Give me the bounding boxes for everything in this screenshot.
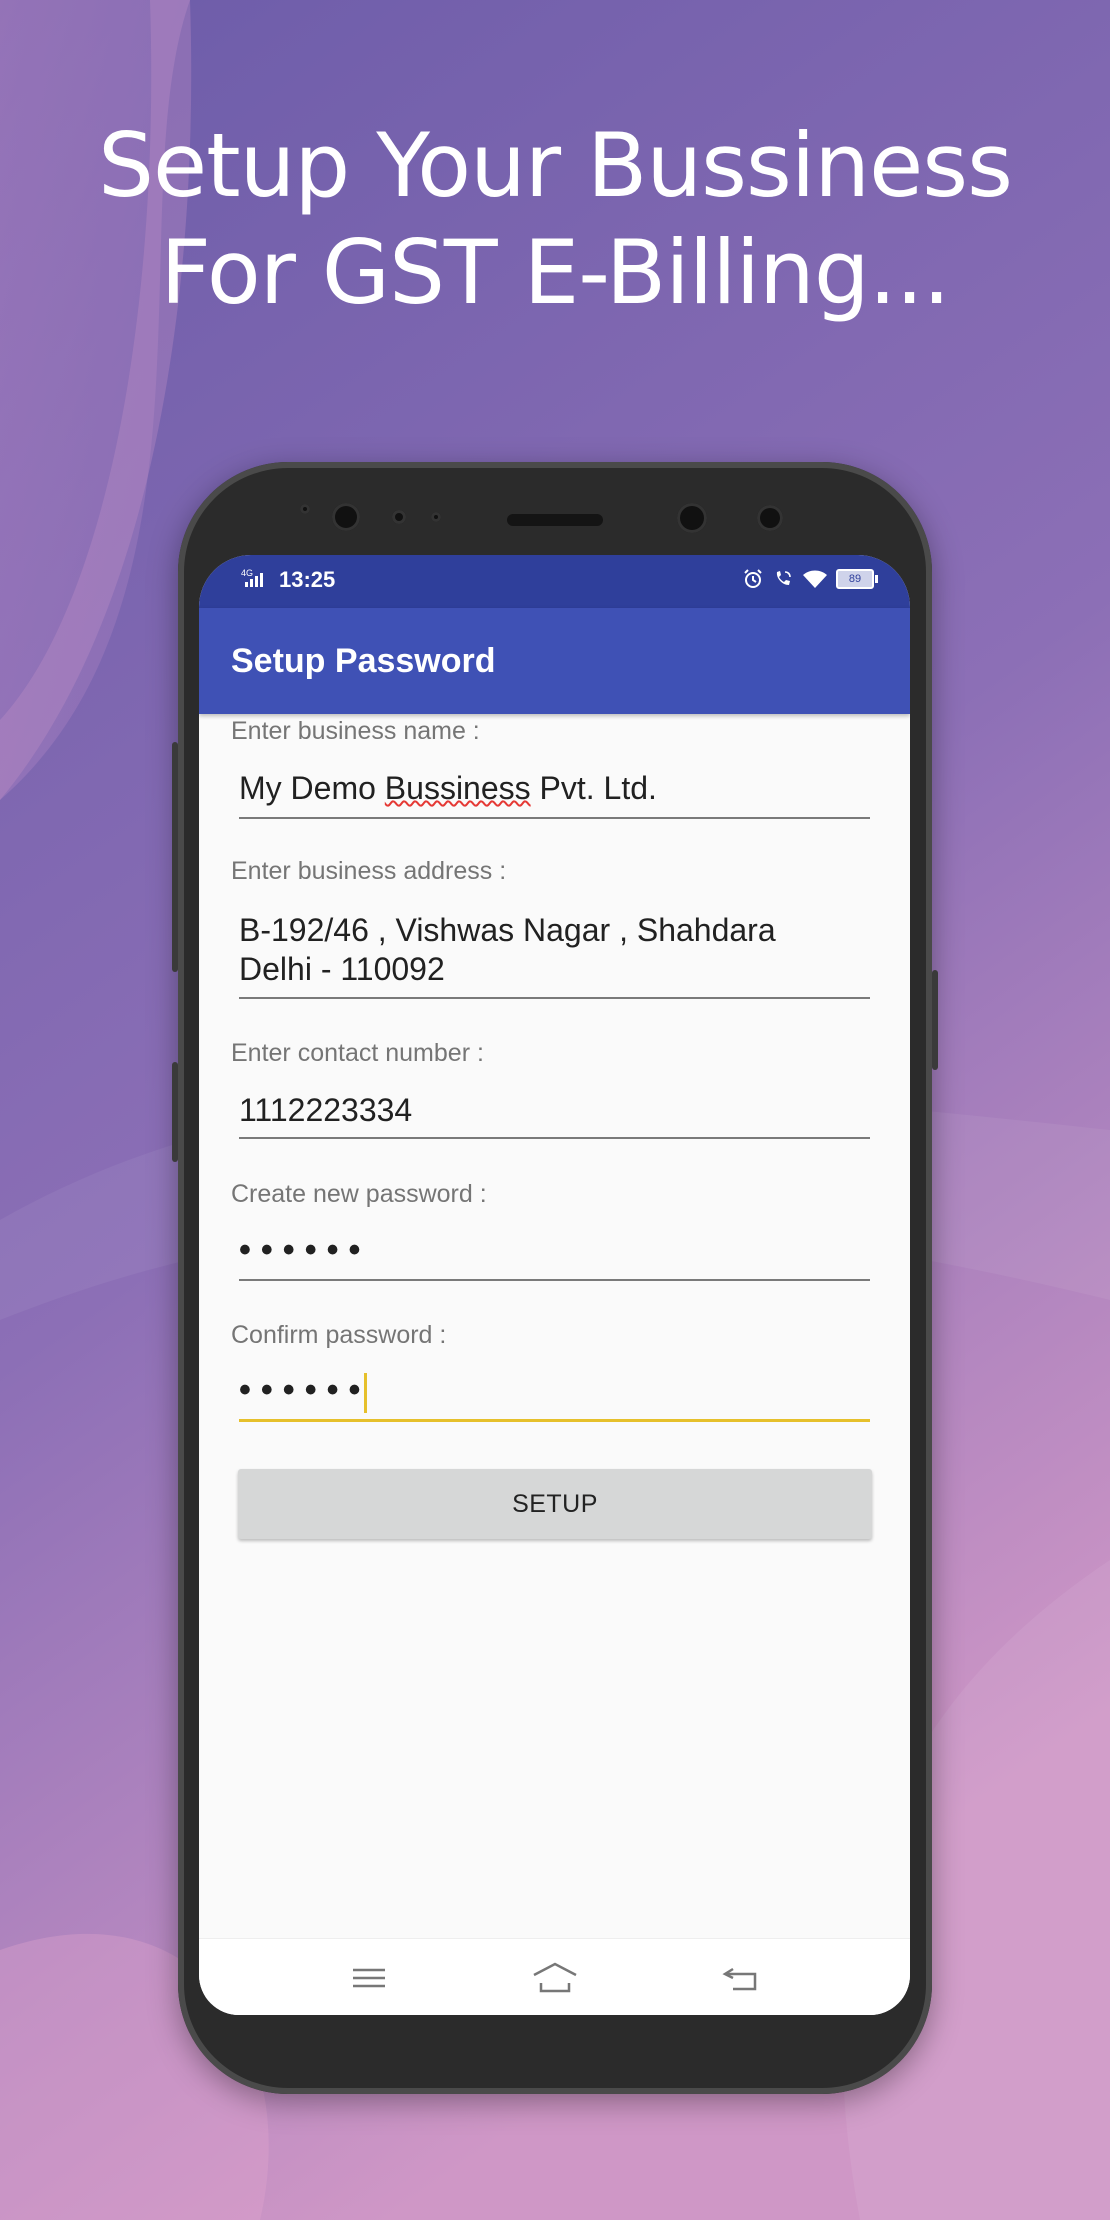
sensor-icon xyxy=(431,512,441,522)
navigation-bar xyxy=(199,1938,910,2015)
cellular-signal-icon: 4G xyxy=(241,568,263,587)
camera-icon xyxy=(757,505,783,531)
new-password-input[interactable]: •••••• xyxy=(239,1231,870,1281)
battery-icon: 89 xyxy=(836,569,878,589)
misspelled-word: Bussiness xyxy=(384,770,531,806)
business-name-label: Enter business name : xyxy=(231,717,480,745)
volume-button xyxy=(172,742,178,972)
business-name-value: My Demo Bussiness Pvt. Ltd. xyxy=(239,770,657,806)
setup-button[interactable]: SETUP xyxy=(238,1469,872,1539)
new-password-value: •••••• xyxy=(239,1231,371,1269)
new-password-label: Create new password : xyxy=(231,1180,487,1208)
network-type: 4G xyxy=(241,568,253,578)
wifi-call-icon xyxy=(776,571,791,585)
power-button xyxy=(932,970,938,1070)
phone-screen: 4G 13:25 89 Setup Password Enter busines… xyxy=(199,555,910,2015)
camera-icon xyxy=(677,503,707,533)
contact-number-value: 1112223334 xyxy=(239,1092,413,1128)
business-address-label: Enter business address : xyxy=(231,857,507,885)
side-button xyxy=(172,1062,178,1162)
status-bar: 4G 13:25 89 xyxy=(199,555,910,608)
battery-level: 89 xyxy=(848,573,862,585)
app-bar: Setup Password xyxy=(199,608,910,714)
home-icon[interactable] xyxy=(531,1961,579,1995)
status-time: 13:25 xyxy=(279,567,336,592)
confirm-password-value: •••••• xyxy=(239,1371,371,1409)
headline-line-2: For GST E-Billing... xyxy=(160,221,950,324)
back-icon[interactable] xyxy=(721,1961,761,1995)
status-icons: 89 xyxy=(742,568,878,590)
sensor-icon xyxy=(392,510,406,524)
alarm-icon xyxy=(744,569,762,588)
confirm-password-label: Confirm password : xyxy=(231,1321,447,1349)
sensor-icon xyxy=(300,504,310,514)
menu-icon[interactable] xyxy=(349,1961,389,1995)
front-camera-icon xyxy=(332,503,360,531)
wifi-icon xyxy=(803,570,827,588)
promo-headline: Setup Your Bussiness For GST E-Billing..… xyxy=(0,112,1110,326)
contact-number-input[interactable]: 1112223334 xyxy=(239,1091,870,1139)
headline-line-1: Setup Your Bussiness xyxy=(98,114,1013,217)
business-address-input[interactable]: B-192/46 , Vishwas Nagar , Shahdara Delh… xyxy=(239,911,870,999)
business-name-input[interactable]: My Demo Bussiness Pvt. Ltd. xyxy=(239,769,870,819)
business-address-value: B-192/46 , Vishwas Nagar , Shahdara Delh… xyxy=(239,912,776,987)
text-cursor xyxy=(364,1372,368,1413)
earpiece-speaker xyxy=(507,514,603,526)
screen-title: Setup Password xyxy=(231,642,496,680)
confirm-password-input[interactable]: •••••• xyxy=(239,1371,870,1422)
contact-number-label: Enter contact number : xyxy=(231,1039,484,1067)
